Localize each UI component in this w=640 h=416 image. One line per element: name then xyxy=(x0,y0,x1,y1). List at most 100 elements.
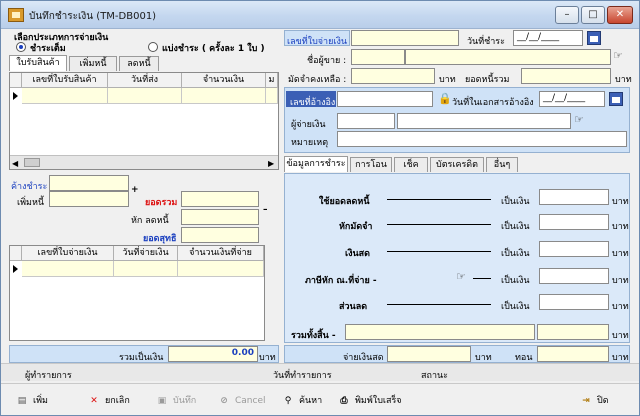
change-unit: บาท xyxy=(612,353,629,363)
payments-grid[interactable]: เลขที่ใบจ่ายเงิน วันที่จ่ายเงิน จำนวนเงิ… xyxy=(9,245,265,341)
withholding-tax-label: ภาษีหัก ณ.ที่จ่าย - xyxy=(305,276,377,286)
table-cell[interactable] xyxy=(22,88,108,104)
print-receipt-button[interactable]: ⎙ พิมพ์ใบเสร็จ xyxy=(337,391,401,411)
discount-field[interactable] xyxy=(539,294,609,310)
tab-other[interactable]: อื่นๆ xyxy=(486,157,518,172)
radio-full-payment[interactable] xyxy=(16,42,26,52)
window-title: บันทึกชำระเงิน (TM-DB001) xyxy=(29,11,157,22)
exit-door-icon: ⇥ xyxy=(582,396,590,406)
maximize-button[interactable]: □ xyxy=(581,6,605,24)
add-button[interactable]: ▤ เพิ่ม xyxy=(15,391,48,411)
deposit-field[interactable] xyxy=(351,68,435,84)
payer-code-field[interactable] xyxy=(337,113,395,129)
table-cell[interactable] xyxy=(108,88,182,104)
col-send-date: วันที่ส่ง xyxy=(108,73,182,88)
tab-reduce-debt[interactable]: ลดหนี้ xyxy=(119,56,159,71)
change-field[interactable] xyxy=(537,346,609,362)
withholding-tax-field[interactable] xyxy=(539,268,609,284)
net-label: ยอดสุทธิ xyxy=(143,234,177,244)
tab-cheque[interactable]: เช็ค xyxy=(394,157,428,172)
close-window-button[interactable]: ✕ xyxy=(607,6,633,24)
scroll-right-icon[interactable]: ▶ xyxy=(268,159,274,168)
col-amount: จำนวนเงิน xyxy=(182,73,266,88)
debt-total-label: ยอดหนี้รวม xyxy=(465,75,510,85)
cash-label: เงินสด xyxy=(345,249,370,259)
save-button[interactable]: ▣ บันทึก xyxy=(155,391,197,411)
outstanding-label: ค้างชำระ xyxy=(11,182,48,192)
void-button[interactable]: ✕ ยกเลิก xyxy=(87,391,130,411)
tab-payment-info[interactable]: ข้อมูลการชำระ xyxy=(284,156,348,172)
deduct-field[interactable] xyxy=(181,209,259,225)
cancel-button[interactable]: ⊘ Cancel xyxy=(217,391,265,411)
pay-date-label: วันที่ชำระ xyxy=(467,37,505,47)
plus-sign: + xyxy=(131,185,139,195)
exit-button[interactable]: ⇥ ปิด xyxy=(579,391,608,411)
payment-no-label: เลขที่ใบจ่ายเงิน xyxy=(287,37,348,47)
binoculars-icon: ⚲ xyxy=(284,396,292,406)
ref-calendar-icon[interactable] xyxy=(609,92,623,106)
ref-date-field[interactable]: __/__/____ xyxy=(539,91,605,107)
row-pointer-icon xyxy=(13,265,18,273)
grand-total-unit: บาท xyxy=(612,331,629,341)
tab-transfer[interactable]: การโอน xyxy=(350,157,392,172)
tax-lookup-icon[interactable]: ☞ xyxy=(456,270,466,283)
table-cell[interactable] xyxy=(178,261,264,277)
deposit-unit: บาท xyxy=(439,75,456,85)
seller-name-field[interactable] xyxy=(405,49,611,65)
tab-add-debt[interactable]: เพิ่มหนี้ xyxy=(69,56,117,71)
horizontal-scrollbar[interactable]: ◀ ▶ xyxy=(10,155,278,169)
grand-total-text-field[interactable] xyxy=(345,324,535,340)
paid-cash-field[interactable] xyxy=(387,346,471,362)
app-icon xyxy=(8,8,24,22)
lock-icon: 🔒 xyxy=(438,92,452,105)
lookup-hand-icon[interactable]: ☞ xyxy=(613,49,623,62)
tab-receipts[interactable]: ใบรับสินค้า xyxy=(9,55,67,71)
table-cell[interactable] xyxy=(266,88,278,104)
paid-cash-label: จ่ายเงินสด xyxy=(343,353,384,363)
receipts-grid[interactable]: เลขที่ใบรับสินค้า วันที่ส่ง จำนวนเงิน ม … xyxy=(9,72,279,170)
debt-total-unit: บาท xyxy=(615,75,632,85)
deduct-deposit-field[interactable] xyxy=(539,214,609,230)
cash-field[interactable] xyxy=(539,241,609,257)
add-debt-field[interactable] xyxy=(49,191,129,207)
pay-date-field[interactable]: __/__/____ xyxy=(513,30,583,46)
minus-sign: – xyxy=(263,205,268,215)
seller-code-field[interactable] xyxy=(351,49,405,65)
table-cell[interactable] xyxy=(22,261,114,277)
payment-no-field[interactable] xyxy=(351,30,459,46)
col-payment-date: วันที่จ่ายเงิน xyxy=(114,246,178,261)
deduct-deposit-as: เป็นเงิน xyxy=(501,222,530,232)
withholding-tax-unit: บาท xyxy=(612,276,629,286)
payer-name-field[interactable] xyxy=(397,113,571,129)
grand-total-field[interactable] xyxy=(537,324,609,340)
outstanding-field[interactable] xyxy=(49,175,129,191)
debt-total-field[interactable] xyxy=(521,68,611,84)
col-paid-amount: จำนวนเงินที่จ่าย xyxy=(178,246,264,261)
note-field[interactable] xyxy=(337,131,627,147)
scroll-left-icon[interactable]: ◀ xyxy=(12,159,18,168)
tab-credit-card[interactable]: บัตรเครดิต xyxy=(430,157,484,172)
col-payment-no: เลขที่ใบจ่ายเงิน xyxy=(22,246,114,261)
ref-no-field[interactable] xyxy=(337,91,433,107)
grand-sum-label: รวมเป็นเงิน xyxy=(119,353,164,363)
grand-sum-field[interactable]: 0.00 xyxy=(168,346,258,362)
printer-icon: ⎙ xyxy=(340,396,348,406)
toolbar: ▤ เพิ่ม ✕ ยกเลิก ▣ บันทึก ⊘ Cancel ⚲ ค้นหา ⎙ พ… xyxy=(1,383,639,415)
save-disk-icon: ▣ xyxy=(157,396,167,406)
use-credit-field[interactable] xyxy=(539,189,609,205)
status-label: สถานะ xyxy=(421,371,448,381)
radio-installment[interactable] xyxy=(148,42,158,52)
cancel-icon: ⊘ xyxy=(220,396,228,406)
total-field[interactable] xyxy=(181,191,259,207)
payer-lookup-icon[interactable]: ☞ xyxy=(574,113,584,126)
net-field[interactable] xyxy=(181,227,259,243)
minimize-button[interactable]: – xyxy=(555,6,579,24)
paid-cash-unit: บาท xyxy=(475,353,492,363)
table-cell[interactable] xyxy=(182,88,266,104)
seller-label: ชื่อผู้ขาย : xyxy=(307,56,347,66)
scroll-thumb[interactable] xyxy=(24,158,40,167)
calendar-icon[interactable] xyxy=(587,31,601,45)
change-label: ทอน xyxy=(515,353,533,363)
search-button[interactable]: ⚲ ค้นหา xyxy=(281,391,322,411)
table-cell[interactable] xyxy=(114,261,178,277)
